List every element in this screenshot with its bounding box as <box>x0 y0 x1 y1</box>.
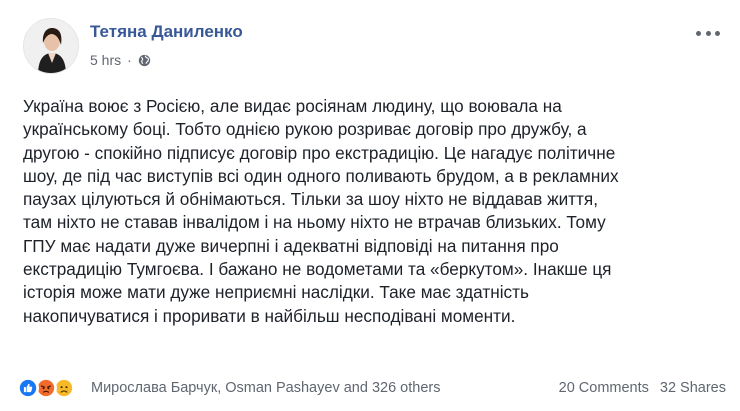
shares-count[interactable]: 32 Shares <box>660 380 726 396</box>
post-header: Тетяна Даниленко 5 hrs · <box>23 18 730 80</box>
post-text: Україна воює з Росією, але видає росіяна… <box>23 96 619 326</box>
post-footer: Мирослава Барчук, Osman Pashayev and 326… <box>17 377 726 401</box>
more-dot <box>715 30 720 36</box>
author-name[interactable]: Тетяна Даниленко <box>90 22 243 42</box>
more-options-icon[interactable] <box>696 26 720 40</box>
avatar[interactable] <box>23 18 79 74</box>
reaction-icons[interactable] <box>17 377 91 399</box>
globe-icon[interactable] <box>138 54 151 67</box>
post-stats: 20 Comments 32 Shares <box>559 380 726 396</box>
post-meta: 5 hrs · <box>90 52 151 68</box>
reaction-names[interactable]: Мирослава Барчук, Osman Pashayev and 326… <box>91 380 440 396</box>
comments-count[interactable]: 20 Comments <box>559 380 649 396</box>
avatar-image <box>24 19 78 73</box>
timestamp[interactable]: 5 hrs <box>90 52 121 68</box>
post-card: Тетяна Даниленко 5 hrs · Україна воює з … <box>0 0 740 411</box>
like-icon <box>17 377 39 399</box>
more-dot <box>696 30 701 36</box>
more-dot <box>705 30 711 36</box>
separator-dot: · <box>127 52 132 68</box>
